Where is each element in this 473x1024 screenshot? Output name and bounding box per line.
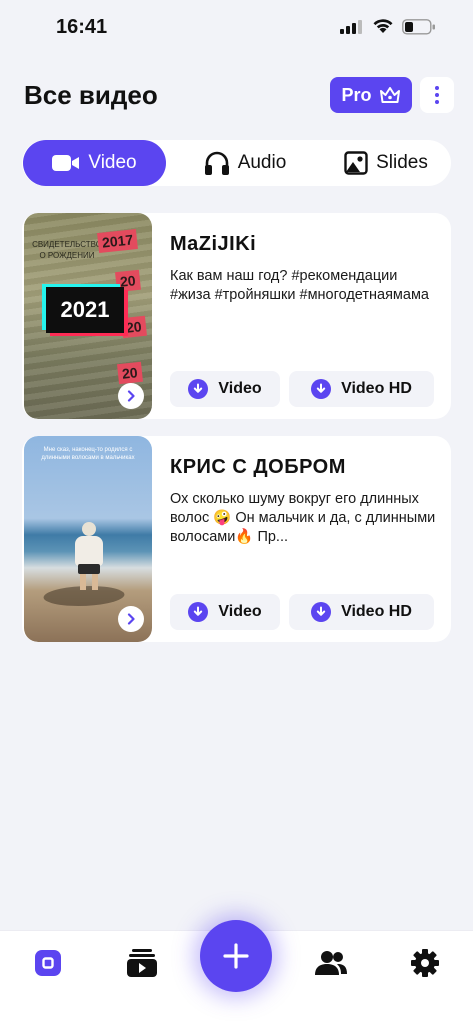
- video-title: КРИС С ДОБРОМ: [170, 456, 346, 478]
- tab-slides-label: Slides: [376, 152, 428, 173]
- video-thumbnail[interactable]: СВИДЕТЕЛЬСТВО О РОЖДЕНИИ 2017 20 20 20 2…: [24, 213, 152, 419]
- thumbnail-year-badge: 2021: [46, 287, 124, 333]
- download-icon: [311, 602, 332, 622]
- download-video-button[interactable]: Video: [170, 594, 280, 630]
- open-video-button[interactable]: [118, 606, 144, 632]
- download-video-hd-label: Video HD: [341, 603, 412, 620]
- image-icon: [344, 151, 368, 175]
- nav-settings[interactable]: [405, 945, 445, 981]
- video-card[interactable]: СВИДЕТЕЛЬСТВО О РОЖДЕНИИ 2017 20 20 20 2…: [22, 213, 451, 419]
- pro-label: Pro: [341, 84, 372, 105]
- video-description: Как вам наш год? #рекомендации #жиза #тр…: [170, 268, 429, 303]
- tab-video-label: Video: [88, 152, 137, 173]
- download-video-button[interactable]: Video: [170, 371, 280, 407]
- chevron-right-icon: [127, 613, 135, 625]
- video-card[interactable]: Мне сказ, наконец-то родился с длинными …: [22, 436, 451, 642]
- crown-icon: [379, 87, 400, 103]
- settings-icon: [411, 949, 439, 977]
- more-options-button[interactable]: [420, 77, 454, 113]
- page-title: Все видео: [24, 80, 158, 110]
- download-video-label: Video: [218, 380, 262, 397]
- nav-home[interactable]: [28, 945, 68, 981]
- video-library-icon: [127, 949, 157, 977]
- tab-audio[interactable]: Audio: [180, 140, 310, 186]
- thumbnail-tag: 2017: [97, 229, 139, 253]
- download-video-hd-button[interactable]: Video HD: [289, 594, 434, 630]
- home-icon: [35, 950, 61, 976]
- thumbnail-overlay-text: Мне сказ, наконец-то родился с длинными …: [41, 447, 135, 461]
- nav-users[interactable]: [311, 945, 351, 981]
- cellular-signal-icon: [340, 20, 362, 34]
- open-video-button[interactable]: [118, 383, 144, 409]
- battery-icon: [402, 19, 435, 35]
- more-dot-icon: [435, 100, 439, 104]
- status-time: 16:41: [56, 16, 108, 38]
- video-camera-icon: [52, 155, 80, 171]
- add-button[interactable]: [200, 920, 272, 992]
- video-thumbnail[interactable]: Мне сказ, наконец-то родился с длинными …: [24, 436, 152, 642]
- download-icon: [311, 379, 332, 399]
- wifi-icon: [373, 19, 393, 33]
- download-icon: [188, 379, 209, 399]
- status-bar: 16:41: [0, 0, 473, 56]
- download-icon: [188, 602, 209, 622]
- tab-video[interactable]: Video: [23, 140, 166, 186]
- chevron-right-icon: [127, 390, 135, 402]
- screen: 16:41 Все видео Pro Video Audio Slides С…: [0, 0, 473, 1024]
- download-video-label: Video: [218, 603, 262, 620]
- add-icon: [223, 943, 249, 969]
- video-title: MaZiJIKi: [170, 233, 257, 255]
- thumbnail-tag: 20: [121, 315, 147, 339]
- download-video-hd-button[interactable]: Video HD: [289, 371, 434, 407]
- more-dot-icon: [435, 86, 439, 90]
- thumbnail-document-text: СВИДЕТЕЛЬСТВО О РОЖДЕНИИ: [32, 240, 102, 260]
- headphones-icon: [204, 151, 229, 175]
- users-icon: [315, 951, 347, 975]
- media-type-tabs: Video Audio Slides: [22, 140, 451, 186]
- video-description: Ох сколько шуму вокруг его длинных волос…: [170, 491, 436, 545]
- more-dot-icon: [435, 93, 439, 97]
- thumbnail-child-figure: [72, 522, 106, 592]
- nav-video-library[interactable]: [122, 945, 162, 981]
- thumbnail-tag: 20: [117, 361, 143, 385]
- pro-button[interactable]: Pro: [330, 77, 412, 113]
- tab-slides[interactable]: Slides: [322, 140, 450, 186]
- download-video-hd-label: Video HD: [341, 380, 412, 397]
- tab-audio-label: Audio: [237, 152, 287, 173]
